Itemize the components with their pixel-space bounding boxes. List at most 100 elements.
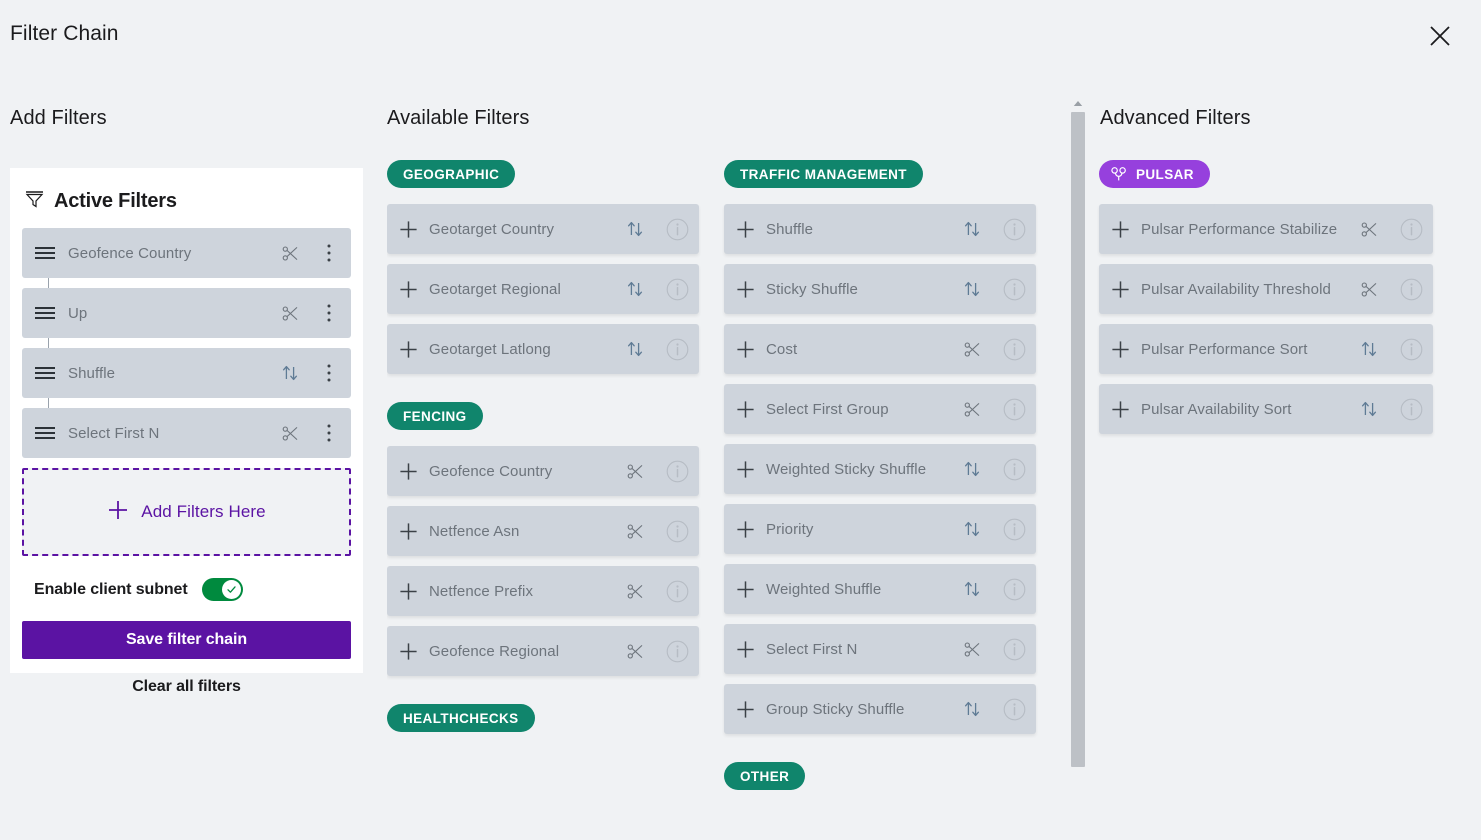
add-filter-button[interactable] [724,640,766,659]
info-icon[interactable] [992,518,1036,541]
advanced-filters-panel: PULSAR Pulsar Performance Stabilize Pulsar… [1099,160,1433,462]
filter-type-indicator [615,340,655,358]
add-filter-button[interactable] [724,520,766,539]
active-filter-row[interactable]: Geofence Country [22,228,351,278]
available-filters-right-column: TRAFFIC MANAGEMENT Shuffle Sticky Shuffle C… [724,160,1036,834]
close-icon[interactable] [1425,21,1455,51]
add-filter-button[interactable] [387,582,429,601]
kebab-menu-icon[interactable] [307,303,351,323]
info-icon[interactable] [655,520,699,543]
available-filter-card[interactable]: Weighted Sticky Shuffle [724,444,1036,494]
add-filters-dropzone[interactable]: Add Filters Here [22,468,351,556]
plus-icon [736,220,755,239]
sort-arrows-icon [963,280,981,298]
sort-arrows-icon [281,364,299,382]
available-filter-card[interactable]: Pulsar Performance Sort [1099,324,1433,374]
active-filter-name: Select First N [68,424,160,442]
drag-handle-icon[interactable] [22,245,68,261]
sort-arrows-icon [963,460,981,478]
info-icon[interactable] [992,578,1036,601]
scissors-icon [1361,281,1378,298]
available-filters-left-column: GEOGRAPHIC Geotarget Country Geotarget Reg… [387,160,699,834]
info-icon [1400,338,1423,361]
add-filter-button[interactable] [387,522,429,541]
add-filter-button[interactable] [724,280,766,299]
info-icon[interactable] [992,338,1036,361]
available-filter-card[interactable]: Geofence Regional [387,626,699,676]
info-icon[interactable] [655,580,699,603]
add-filter-button[interactable] [387,280,429,299]
available-filter-card[interactable]: Group Sticky Shuffle [724,684,1036,734]
info-icon[interactable] [992,398,1036,421]
filter-type-indicator [952,700,992,718]
drag-handle-icon [34,365,56,381]
info-icon[interactable] [655,640,699,663]
add-filter-button[interactable] [1099,280,1141,299]
scissors-icon [964,641,981,658]
add-filter-button[interactable] [387,462,429,481]
available-filter-card[interactable]: Geotarget Country [387,204,699,254]
add-filter-button[interactable] [724,580,766,599]
active-filter-row[interactable]: Shuffle [22,338,351,398]
filter-type-indicator [273,364,307,382]
add-filter-button[interactable] [724,220,766,239]
info-icon[interactable] [655,338,699,361]
info-icon [1003,698,1026,721]
available-filter-card[interactable]: Sticky Shuffle [724,264,1036,314]
available-filter-card[interactable]: Cost [724,324,1036,374]
add-filter-button[interactable] [387,340,429,359]
info-icon[interactable] [992,638,1036,661]
drag-handle-icon[interactable] [22,365,68,381]
add-filter-button[interactable] [387,642,429,661]
available-filter-card[interactable]: Geotarget Regional [387,264,699,314]
add-filter-button[interactable] [724,700,766,719]
scrollbar-thumb[interactable] [1071,112,1085,767]
info-icon[interactable] [992,218,1036,241]
available-filter-card[interactable]: Weighted Shuffle [724,564,1036,614]
scissors-icon [282,305,299,322]
available-filter-card[interactable]: Select First Group [724,384,1036,434]
info-icon[interactable] [655,460,699,483]
available-filter-card[interactable]: Select First N [724,624,1036,674]
info-icon[interactable] [655,278,699,301]
plus-icon [399,462,418,481]
available-filter-card[interactable]: Geotarget Latlong [387,324,699,374]
info-icon[interactable] [992,698,1036,721]
info-icon[interactable] [1389,218,1433,241]
kebab-menu-icon[interactable] [307,423,351,443]
add-filter-button[interactable] [387,220,429,239]
clear-all-filters-button[interactable]: Clear all filters [10,678,363,696]
add-filter-button[interactable] [724,400,766,419]
add-filter-button[interactable] [724,340,766,359]
info-icon[interactable] [992,278,1036,301]
info-icon[interactable] [1389,278,1433,301]
available-filter-card[interactable]: Shuffle [724,204,1036,254]
enable-client-subnet-toggle[interactable] [201,578,243,601]
available-filter-card[interactable]: Priority [724,504,1036,554]
available-filters-scrollbar[interactable] [1070,96,1086,840]
drag-handle-icon[interactable] [22,425,68,441]
available-filter-card[interactable]: Pulsar Performance Stabilize [1099,204,1433,254]
info-icon[interactable] [1389,398,1433,421]
enable-client-subnet-row: Enable client subnet [34,578,351,601]
scroll-up-arrow-icon[interactable] [1070,96,1086,110]
info-icon[interactable] [1389,338,1433,361]
available-filter-card[interactable]: Netfence Asn [387,506,699,556]
add-filter-button[interactable] [724,460,766,479]
add-filter-button[interactable] [1099,400,1141,419]
kebab-menu-icon[interactable] [307,363,351,383]
available-filter-card[interactable]: Geofence Country [387,446,699,496]
available-filter-card[interactable]: Netfence Prefix [387,566,699,616]
info-icon[interactable] [655,218,699,241]
add-filter-button[interactable] [1099,220,1141,239]
kebab-menu-icon[interactable] [307,243,351,263]
drag-handle-icon[interactable] [22,305,68,321]
filter-type-indicator [615,280,655,298]
info-icon[interactable] [992,458,1036,481]
save-filter-chain-button[interactable]: Save filter chain [22,621,351,659]
available-filter-card[interactable]: Pulsar Availability Sort [1099,384,1433,434]
add-filter-button[interactable] [1099,340,1141,359]
available-filter-card[interactable]: Pulsar Availability Threshold [1099,264,1433,314]
active-filter-row[interactable]: Up [22,278,351,338]
active-filter-row[interactable]: Select First N [22,398,351,458]
